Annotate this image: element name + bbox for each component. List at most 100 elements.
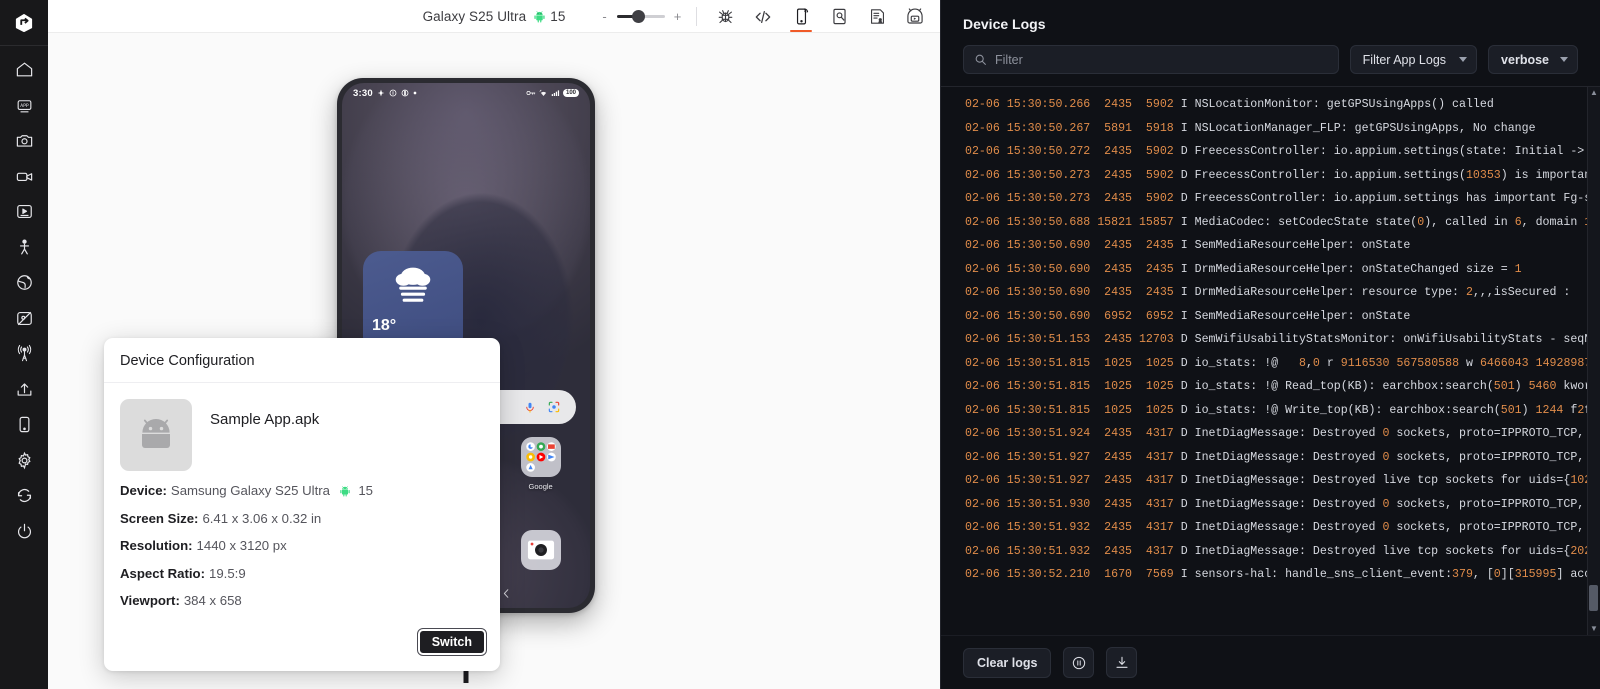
device-configuration-body: Sample App.apk Device: Samsung Galaxy S25… bbox=[104, 383, 500, 623]
android-robot-icon bbox=[339, 486, 350, 497]
accessibility-icon bbox=[19, 239, 29, 255]
toolbar-report-button[interactable] bbox=[858, 0, 896, 33]
sidebar-item-network[interactable] bbox=[0, 265, 48, 301]
spec-api-level: 15 bbox=[358, 483, 373, 498]
zoom-control[interactable]: - + bbox=[598, 10, 684, 24]
log-filter-field[interactable] bbox=[963, 45, 1339, 74]
left-sidebar: APP bbox=[0, 0, 48, 689]
zoom-slider[interactable] bbox=[617, 10, 665, 24]
home-icon bbox=[16, 62, 32, 77]
device-logs-title: Device Logs bbox=[963, 16, 1046, 32]
android-apk-icon bbox=[120, 399, 192, 471]
scroll-down-icon[interactable]: ▼ bbox=[1590, 625, 1598, 633]
download-icon bbox=[1116, 656, 1128, 668]
log-line: 02-06 15:30:52.210 1670 7569 I sensors-h… bbox=[965, 568, 1592, 581]
toolbar-bug-button[interactable] bbox=[706, 0, 744, 33]
download-logs-button[interactable] bbox=[1106, 647, 1138, 678]
sidebar-item-home[interactable] bbox=[0, 52, 48, 88]
sidebar-item-upload-file[interactable] bbox=[0, 372, 48, 408]
battery-level: 100 bbox=[562, 89, 579, 97]
log-line: 02-06 15:30:50.273 2435 5902 D FreecessC… bbox=[965, 168, 1592, 182]
log-line: 02-06 15:30:50.267 5891 5918 I NSLocatio… bbox=[965, 121, 1536, 135]
back-nav-icon[interactable] bbox=[500, 587, 513, 600]
toolbar-actions: - + bbox=[598, 0, 934, 33]
media-player-icon bbox=[16, 205, 32, 219]
page-title: Galaxy S25 Ultra bbox=[422, 9, 527, 24]
log-line-list: 02-06 15:30:50.266 2435 5902 I NSLocatio… bbox=[941, 87, 1600, 591]
filter-app-logs-dropdown[interactable]: Filter App Logs bbox=[1349, 45, 1478, 74]
log-level-dropdown[interactable]: verbose bbox=[1488, 45, 1578, 74]
sidebar-item-media-player[interactable] bbox=[0, 194, 48, 230]
search-input[interactable] bbox=[995, 52, 1328, 67]
toolbar-divider bbox=[696, 7, 697, 26]
android-apk-glyph-icon bbox=[142, 419, 170, 448]
device-configuration-footer: Switch bbox=[104, 623, 500, 671]
weather-temperature: 18° bbox=[372, 317, 397, 334]
power-icon bbox=[17, 523, 31, 539]
zoom-in-button[interactable]: + bbox=[671, 10, 684, 23]
location-off-icon bbox=[16, 311, 32, 326]
spec-value: 384 x 658 bbox=[183, 593, 242, 609]
log-line: 02-06 15:30:50.688 15821 15857 I MediaCo… bbox=[965, 215, 1591, 229]
toolbar-android-console-button[interactable] bbox=[896, 0, 934, 33]
scroll-up-icon[interactable]: ▲ bbox=[1590, 89, 1598, 97]
sidebar-item-location[interactable] bbox=[0, 301, 48, 337]
sidebar-item-device[interactable] bbox=[0, 407, 48, 443]
sidebar-item-power[interactable] bbox=[0, 514, 48, 550]
log-level-label: verbose bbox=[1501, 52, 1549, 67]
filter-app-logs-label: Filter App Logs bbox=[1362, 52, 1447, 67]
sidebar-item-app-install[interactable]: APP bbox=[0, 88, 48, 124]
pause-logs-button[interactable] bbox=[1063, 647, 1095, 678]
sidebar-item-accessibility[interactable] bbox=[0, 230, 48, 266]
app-logo-icon bbox=[15, 13, 33, 32]
toolbar-device-logs-button[interactable] bbox=[782, 0, 820, 33]
toolbar-code-button[interactable] bbox=[744, 0, 782, 33]
device-logs-controls: Filter App Logs verbose bbox=[941, 45, 1600, 86]
camera-icon bbox=[16, 135, 32, 147]
vpn-icon bbox=[526, 91, 536, 95]
sidebar-item-rotate[interactable] bbox=[0, 478, 48, 514]
device-signal-icon bbox=[796, 8, 808, 25]
app-folder-label: Google bbox=[528, 482, 553, 491]
android-api-badge: 15 bbox=[533, 9, 565, 24]
log-line: 02-06 15:30:51.932 2435 4317 D InetDiagM… bbox=[965, 544, 1592, 558]
spec-viewport: Viewport: 384 x 658 bbox=[120, 593, 484, 609]
log-scrollbar-thumb[interactable] bbox=[1589, 585, 1598, 611]
sidebar-item-signal[interactable] bbox=[0, 336, 48, 372]
sidebar-item-record-video[interactable] bbox=[0, 159, 48, 195]
log-scrollbar[interactable]: ▲ ▼ bbox=[1587, 87, 1600, 635]
sidebar-item-settings[interactable] bbox=[0, 443, 48, 479]
log-line: 02-06 15:30:51.815 1025 1025 D io_stats:… bbox=[965, 380, 1592, 393]
log-output-area[interactable]: 02-06 15:30:50.266 2435 5902 I NSLocatio… bbox=[941, 86, 1600, 635]
sidebar-item-list: APP bbox=[0, 46, 48, 549]
spec-label: Resolution: bbox=[120, 538, 193, 554]
app-logo[interactable] bbox=[0, 0, 48, 46]
spec-screen-size: Screen Size: 6.41 x 3.06 x 0.32 in bbox=[120, 511, 484, 527]
camera-app-icon bbox=[520, 530, 561, 570]
cell-tower-icon bbox=[17, 345, 31, 362]
toolbar-inspector-button[interactable] bbox=[820, 0, 858, 33]
app-shortcut[interactable] bbox=[515, 530, 567, 575]
rotate-icon bbox=[17, 489, 31, 503]
app-root: APP Galaxy S25 Ultra 15 - + 3:30 100 18°… bbox=[0, 0, 1600, 689]
dot-icon bbox=[413, 91, 417, 95]
status-bar-right: 100 bbox=[526, 89, 579, 97]
spec-device: Device: Samsung Galaxy S25 Ultra 15 bbox=[120, 483, 484, 499]
zoom-slider-track-empty bbox=[643, 15, 665, 18]
upload-icon bbox=[17, 383, 31, 396]
sidebar-item-screenshot[interactable] bbox=[0, 123, 48, 159]
log-line: 02-06 15:30:50.690 2435 2435 I SemMediaR… bbox=[965, 239, 1411, 252]
log-line: 02-06 15:30:50.272 2435 5902 D FreecessC… bbox=[965, 145, 1585, 158]
clear-logs-button[interactable]: Clear logs bbox=[963, 647, 1052, 678]
google-folder-glyph-icon bbox=[525, 442, 556, 472]
app-install-icon: APP bbox=[17, 99, 31, 113]
api-level-label: 15 bbox=[550, 9, 566, 24]
cloud-fog-icon bbox=[395, 267, 431, 302]
wifi-icon bbox=[539, 89, 547, 96]
zoom-out-button[interactable]: - bbox=[598, 10, 611, 23]
zoom-slider-thumb[interactable] bbox=[632, 10, 645, 23]
status-bar-time: 3:30 bbox=[353, 87, 373, 99]
switch-button[interactable]: Switch bbox=[416, 627, 488, 656]
globe-icon bbox=[16, 275, 32, 291]
app-folder[interactable]: Google bbox=[515, 437, 567, 491]
